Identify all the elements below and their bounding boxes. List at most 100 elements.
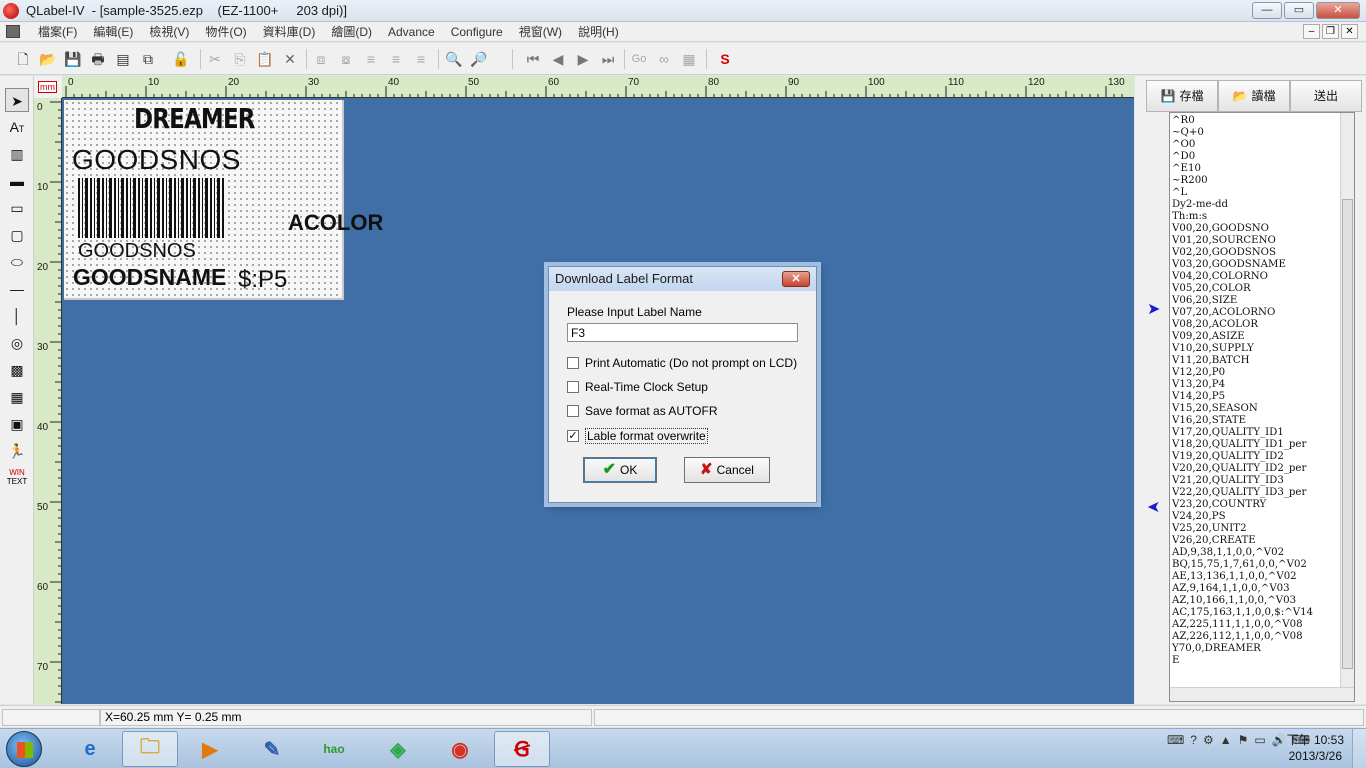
label-preview[interactable]: DREAMER GOODSNOS GOODSNOS GOODSNAME $:P5 [64,100,344,300]
cut-icon[interactable]: ✂ [204,48,226,70]
pointer-icon[interactable]: ➤ [5,88,29,112]
cancel-button[interactable]: ✘ Cancel [684,457,770,483]
delete-icon[interactable]: ✕ [279,48,301,70]
zoom-in-icon[interactable]: 🔎 [468,48,490,70]
new-file-icon[interactable]: 🗋 [12,48,34,70]
command-list-vscrollbar[interactable] [1340,113,1354,687]
paint-tool-icon[interactable]: ✎ [244,731,300,767]
show-desktop-button[interactable] [1352,729,1366,768]
open-folder-icon[interactable]: 📂 [37,48,59,70]
goodsname-text[interactable]: GOODSNAME [73,264,226,291]
monitor-tray-icon[interactable]: ▭ [1254,733,1265,747]
goodsnos-large-text[interactable]: GOODSNOS [72,144,241,176]
datamatrix-icon[interactable]: ▦ [5,385,29,409]
show-hidden-icon[interactable]: ▲ [1220,733,1232,747]
rtc-option[interactable]: Real-Time Clock Setup [567,380,708,394]
keyboard-icon[interactable]: ⌨ [1167,733,1184,747]
brand-text[interactable]: DREAMER [134,102,255,135]
lock-icon[interactable]: 🔓 [170,48,192,70]
flag-tray-icon[interactable]: ⚑ [1238,733,1249,747]
menu-item[interactable]: 檔案(F) [30,24,85,40]
copy-pages-icon[interactable]: ⧉ [137,48,159,70]
qrcode-icon[interactable]: ▣ [5,412,29,436]
hao123-icon[interactable]: hao [306,731,362,767]
goodsnos-small-text[interactable]: GOODSNOS [78,240,196,263]
align-left-icon[interactable]: ≡ [360,48,382,70]
document-icon[interactable] [6,25,20,38]
pdf417-icon[interactable]: ▩ [5,358,29,382]
rounded-rect-icon[interactable]: ▢ [5,223,29,247]
go-button[interactable]: Go [628,48,650,70]
network-tray-icon[interactable]: ⚙ [1203,733,1214,747]
autofr-checkbox[interactable] [567,405,579,417]
paste-icon[interactable]: 📋 [254,48,276,70]
maxicode-icon[interactable]: ◎ [5,331,29,355]
chrome-icon[interactable]: ◉ [432,731,488,767]
overwrite-option[interactable]: ✓ Lable format overwrite [567,428,708,444]
special-s-icon[interactable]: S [714,48,736,70]
rtc-checkbox[interactable] [567,381,579,393]
calculator-icon[interactable]: ▦ [678,48,700,70]
zoom-out-icon[interactable]: 🔍 [443,48,465,70]
volume-icon[interactable]: 🔊 [1272,733,1287,747]
text-tool-icon[interactable]: AT [5,115,29,139]
mdi-minimize-button[interactable]: – [1303,24,1320,39]
ie-icon[interactable]: e [62,731,118,767]
first-page-icon[interactable]: ⏮ [522,48,544,70]
horizontal-line-icon[interactable]: — [5,277,29,301]
next-page-icon[interactable]: ▶ [572,48,594,70]
dialog-close-button[interactable]: ✕ [782,271,810,287]
price-text[interactable]: $:P5 [238,266,287,294]
maximize-button[interactable]: ▭ [1284,2,1314,19]
menu-item[interactable]: Configure [443,24,511,40]
ellipse-icon[interactable]: ⬭ [5,250,29,274]
media-player-icon[interactable]: ▶ [182,731,238,767]
vertical-line-icon[interactable]: │ [5,304,29,328]
ok-button[interactable]: ✔ OK [583,457,657,483]
help-icon[interactable]: ? [1190,733,1197,747]
image-tool-icon[interactable]: 🏃 [5,439,29,463]
bluestacks-icon[interactable]: ◈ [370,731,426,767]
command-list[interactable]: ^R0 ~Q+0 ^O0 ^D0 ^E10 ~R200 ^L Dy2-me-dd Th:m:s V… [1169,112,1355,702]
menu-item[interactable]: 編輯(E) [85,24,141,40]
menu-item[interactable]: 說明(H) [570,24,627,40]
minimize-button[interactable]: — [1252,2,1282,19]
save-file-button[interactable]: 💾 存檔 [1146,80,1218,112]
acolor-text[interactable]: ACOLOR [288,210,383,236]
print-icon[interactable]: 🖶 [87,48,109,70]
rectangle-icon[interactable]: ▭ [5,196,29,220]
align-right-icon[interactable]: ≡ [410,48,432,70]
print-preview-icon[interactable]: ▤ [112,48,134,70]
clock[interactable]: 下午 10:53 2013/3/26 [1287,732,1344,764]
explorer-icon[interactable]: 🗀 [122,731,178,767]
read-file-button[interactable]: 📂 讀檔 [1218,80,1290,112]
barcode-tool-icon[interactable]: ▥ [5,142,29,166]
menu-item[interactable]: 繪圖(D) [323,24,380,40]
filled-rect-icon[interactable]: ▬ [5,169,29,193]
ungroup-icon[interactable]: ⧇ [335,48,357,70]
close-button[interactable]: ✕ [1316,2,1360,19]
mdi-restore-button[interactable]: ❐ [1322,24,1339,39]
menu-item[interactable]: 物件(O) [197,24,254,40]
align-center-icon[interactable]: ≡ [385,48,407,70]
qlabel-taskbar-icon[interactable]: Ꞡ [494,731,550,767]
save-icon[interactable]: 💾 [62,48,84,70]
autofr-option[interactable]: Save format as AUTOFR [567,404,718,418]
label-name-input[interactable] [567,323,798,342]
command-list-hscrollbar[interactable] [1170,687,1354,701]
menu-item[interactable]: 視窗(W) [511,24,570,40]
menu-item[interactable]: 檢視(V) [141,24,197,40]
link-icon[interactable]: ∞ [653,48,675,70]
barcode-object[interactable] [78,178,226,238]
menu-item[interactable]: 資料庫(D) [255,24,324,40]
start-button[interactable] [6,731,42,767]
win-text-icon[interactable]: WIN TEXT [5,468,29,492]
print-automatic-option[interactable]: Print Automatic (Do not prompt on LCD) [567,356,797,370]
menu-item[interactable]: Advance [380,24,443,40]
app-icon[interactable] [3,3,19,19]
group-icon[interactable]: ⧈ [310,48,332,70]
copy-icon[interactable]: ⎘ [229,48,251,70]
prev-page-icon[interactable]: ◀ [547,48,569,70]
scroll-thumb[interactable] [1342,199,1353,669]
send-button[interactable]: 送出 [1290,80,1362,112]
